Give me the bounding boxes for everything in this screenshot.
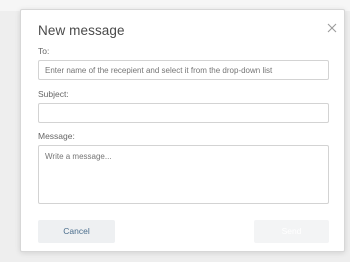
send-button[interactable]: Send (254, 220, 329, 243)
close-icon[interactable] (325, 21, 339, 35)
message-textarea[interactable] (38, 145, 329, 204)
new-message-dialog: New message To: Subject: Message: Cancel… (20, 9, 345, 252)
subject-label: Subject: (38, 89, 69, 99)
to-label: To: (38, 46, 50, 56)
cancel-button[interactable]: Cancel (38, 220, 115, 243)
message-label: Message: (38, 131, 75, 141)
dialog-title: New message (38, 23, 125, 38)
recipient-input[interactable] (38, 60, 329, 80)
subject-input[interactable] (38, 103, 329, 123)
